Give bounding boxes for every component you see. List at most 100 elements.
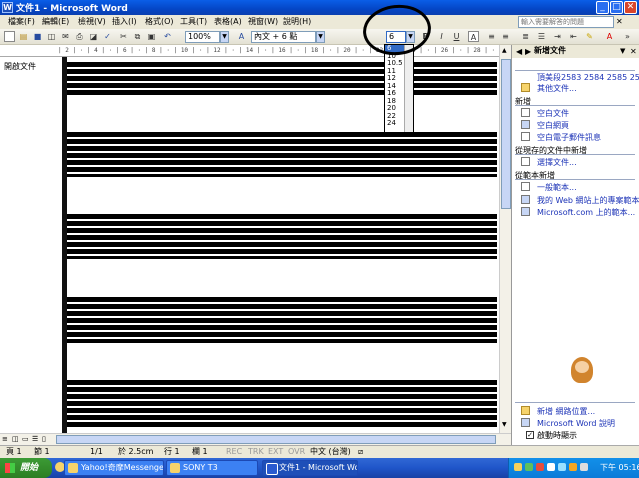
indent-icon[interactable]: ⇥ bbox=[552, 31, 563, 42]
menu-tools[interactable]: 工具(T) bbox=[180, 16, 207, 27]
text-paragraph[interactable] bbox=[67, 379, 497, 429]
style-arrow-icon[interactable]: ▼ bbox=[316, 31, 325, 43]
underline-button[interactable]: U bbox=[451, 31, 462, 42]
blank-document-link[interactable]: 空白文件 bbox=[537, 108, 569, 119]
tray-icon[interactable] bbox=[569, 463, 577, 471]
blank-email-link[interactable]: 空白電子郵件訊息 bbox=[537, 132, 601, 143]
italic-button[interactable]: I bbox=[436, 31, 447, 42]
menu-edit[interactable]: 編輯(E) bbox=[42, 16, 69, 27]
status-at: 於 2.5cm bbox=[118, 447, 154, 456]
permission-icon[interactable]: ◫ bbox=[46, 31, 57, 42]
tray-icon[interactable] bbox=[525, 463, 533, 471]
more-files-link[interactable]: 其他文件... bbox=[537, 83, 577, 94]
general-templates-link[interactable]: 一般範本... bbox=[537, 182, 577, 193]
start-button[interactable]: 開始 bbox=[0, 458, 52, 478]
menu-file[interactable]: 檔案(F) bbox=[8, 16, 35, 27]
vertical-scroll-thumb[interactable] bbox=[501, 59, 511, 209]
paste-icon[interactable]: ▣ bbox=[146, 31, 157, 42]
menu-insert[interactable]: 插入(I) bbox=[112, 16, 137, 27]
minimize-button[interactable]: _ bbox=[596, 1, 609, 14]
window-title: 文件1 - Microsoft Word bbox=[16, 4, 128, 14]
text-paragraph[interactable] bbox=[67, 131, 497, 177]
char-border-icon[interactable]: A bbox=[468, 31, 479, 42]
highlight-icon[interactable]: ✎ bbox=[584, 31, 595, 42]
print-icon[interactable]: ⎙ bbox=[74, 31, 85, 42]
web-templates-link[interactable]: 我的 Web 網站上的專案範本... bbox=[537, 195, 639, 206]
outline-view-icon[interactable]: ☰ bbox=[32, 435, 38, 443]
word-app-icon[interactable]: W bbox=[2, 2, 13, 13]
choose-document-link[interactable]: 選擇文件... bbox=[537, 157, 577, 168]
normal-view-icon[interactable]: ≡ bbox=[2, 435, 8, 443]
scroll-up-icon[interactable]: ▲ bbox=[502, 47, 507, 54]
tray-icon[interactable] bbox=[558, 463, 566, 471]
dropdown-scrollbar[interactable] bbox=[404, 45, 413, 132]
show-at-startup-checkbox[interactable]: ✓ bbox=[526, 431, 534, 439]
menu-view[interactable]: 檢視(V) bbox=[78, 16, 106, 27]
menu-help[interactable]: 說明(H) bbox=[283, 16, 311, 27]
align-left-icon[interactable]: ≡ bbox=[486, 31, 497, 42]
save-icon[interactable]: ■ bbox=[32, 31, 43, 42]
blank-web-link[interactable]: 空白網頁 bbox=[537, 120, 569, 131]
tray-icon[interactable] bbox=[514, 463, 522, 471]
web-layout-icon[interactable]: ◫ bbox=[12, 435, 19, 443]
print-preview-icon[interactable]: ◪ bbox=[88, 31, 99, 42]
section-divider bbox=[515, 105, 635, 106]
spelling-status-icon[interactable]: ⧄ bbox=[358, 446, 363, 458]
zoom-arrow-icon[interactable]: ▼ bbox=[220, 31, 229, 43]
menu-window[interactable]: 視窗(W) bbox=[248, 16, 278, 27]
print-layout-icon[interactable]: ▭ bbox=[22, 435, 29, 443]
tray-icon[interactable] bbox=[547, 463, 555, 471]
status-trk[interactable]: TRK bbox=[248, 446, 264, 458]
task-word[interactable]: 文件1 - Microsoft Word bbox=[262, 460, 358, 476]
undo-icon[interactable]: ↶ bbox=[162, 31, 173, 42]
scroll-down-icon[interactable]: ▼ bbox=[502, 421, 507, 428]
font-size-dropdown[interactable]: 6 10 10.5 11 12 14 16 18 20 22 24 bbox=[384, 44, 414, 133]
zoom-select[interactable]: 100% bbox=[185, 31, 220, 43]
text-paragraph[interactable] bbox=[67, 213, 497, 259]
back-icon[interactable]: ◀ bbox=[516, 47, 522, 56]
close-doc-icon[interactable]: ✕ bbox=[616, 17, 623, 26]
menu-table[interactable]: 表格(A) bbox=[214, 16, 242, 27]
status-ext[interactable]: EXT bbox=[268, 446, 283, 458]
office-templates-link[interactable]: Microsoft.com 上的範本... bbox=[537, 207, 635, 218]
numbering-icon[interactable]: ☰ bbox=[536, 31, 547, 42]
font-color-icon[interactable]: A bbox=[604, 31, 615, 42]
copy-icon[interactable]: ⧉ bbox=[132, 31, 143, 42]
email-icon[interactable]: ✉ bbox=[60, 31, 71, 42]
outdent-icon[interactable]: ⇤ bbox=[568, 31, 579, 42]
status-rec[interactable]: REC bbox=[226, 446, 242, 458]
spelling-icon[interactable]: ✓ bbox=[102, 31, 113, 42]
vertical-scrollbar[interactable]: ▲ ▼ bbox=[499, 45, 511, 433]
horizontal-scroll-thumb[interactable] bbox=[56, 435, 496, 444]
horizontal-ruler[interactable]: | 2 | · | 4 | · | 6 | · | 8 | · | 10 | ·… bbox=[0, 45, 511, 57]
text-paragraph[interactable] bbox=[67, 296, 497, 343]
menu-format[interactable]: 格式(O) bbox=[145, 16, 174, 27]
status-language[interactable]: 中文 (台灣) bbox=[310, 446, 351, 458]
pane-menu-icon[interactable]: ▼ bbox=[620, 47, 625, 55]
pane-close-icon[interactable]: ✕ bbox=[630, 47, 637, 56]
task-sony[interactable]: SONY T3 bbox=[166, 460, 258, 476]
horizontal-scrollbar[interactable]: ≡ ◫ ▭ ☰ ▯ bbox=[0, 433, 511, 445]
status-ovr[interactable]: OVR bbox=[288, 446, 305, 458]
styles-formatting-icon[interactable]: A bbox=[236, 31, 247, 42]
close-button[interactable]: ✕ bbox=[624, 1, 637, 14]
word-help-link[interactable]: Microsoft Word 說明 bbox=[537, 418, 615, 429]
clock[interactable]: 下午 05:16 bbox=[600, 462, 639, 473]
text-paragraph[interactable] bbox=[67, 61, 497, 95]
forward-icon[interactable]: ▶ bbox=[525, 47, 531, 56]
reading-view-icon[interactable]: ▯ bbox=[42, 435, 46, 443]
tray-icon[interactable] bbox=[536, 463, 544, 471]
toolbar-options-icon[interactable]: » bbox=[622, 31, 633, 42]
align-center-icon[interactable]: ≡ bbox=[500, 31, 511, 42]
style-select[interactable]: 內文 + 6 點 bbox=[251, 31, 316, 43]
new-icon[interactable] bbox=[4, 31, 15, 42]
open-icon[interactable]: ▤ bbox=[18, 31, 29, 42]
recent-file-link[interactable]: 頂美段2583 2584 2585 2586 bbox=[537, 72, 639, 83]
justify-icon[interactable]: ≣ bbox=[520, 31, 531, 42]
cut-icon[interactable]: ✂ bbox=[118, 31, 129, 42]
maximize-button[interactable]: □ bbox=[610, 1, 623, 14]
volume-icon[interactable] bbox=[580, 463, 588, 471]
add-network-place-link[interactable]: 新增 網路位置... bbox=[537, 406, 595, 417]
help-search-input[interactable]: 輸入需要解答的問題 bbox=[518, 16, 614, 28]
task-messenger[interactable]: Yahoo!奇摩Messenger bbox=[64, 460, 164, 476]
